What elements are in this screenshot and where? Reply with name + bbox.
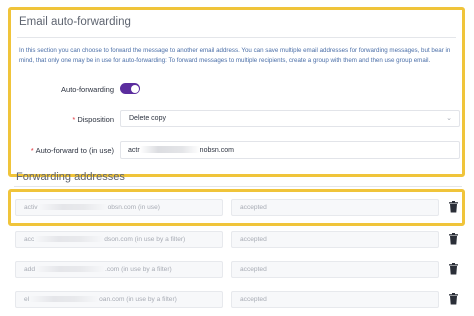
trash-icon[interactable] — [449, 293, 458, 305]
status-field: accepted — [231, 231, 439, 248]
status-field: accepted — [231, 261, 439, 278]
status-value: accepted — [240, 296, 267, 303]
address-value: add .com (in use by a filter) — [24, 266, 172, 273]
redaction-blur — [37, 204, 108, 210]
auto-forwarding-label: Auto-forwarding — [61, 85, 114, 94]
forwarding-address-row: add .com (in use by a filter) accepted — [0, 261, 474, 281]
status-field: accepted — [231, 291, 439, 308]
address-value: activ obsn.com (in use) — [24, 204, 160, 211]
forwarding-addresses-title: Forwarding addresses — [16, 171, 125, 183]
trash-icon[interactable] — [449, 201, 458, 213]
redaction-blur — [34, 236, 105, 242]
address-prefix: activ — [24, 204, 38, 211]
toggle-knob — [130, 84, 139, 93]
status-field: accepted — [231, 199, 439, 216]
forward-to-label-text: Auto-forward to (in use) — [35, 146, 114, 155]
redaction-blur — [139, 146, 200, 153]
section-divider — [17, 37, 456, 38]
forwarding-address-row: acc dson.com (in use by a filter) accepte… — [0, 231, 474, 251]
address-field[interactable]: add .com (in use by a filter) — [15, 261, 223, 278]
address-field[interactable]: el oan.com (in use by a filter) — [15, 291, 223, 308]
trash-icon[interactable] — [449, 233, 458, 245]
address-prefix: acc — [24, 236, 35, 243]
address-value: el oan.com (in use by a filter) — [24, 296, 177, 303]
forward-to-value: actr nobsn.com — [128, 146, 234, 154]
redaction-blur — [29, 296, 100, 302]
disposition-value: Delete copy — [129, 114, 166, 122]
address-suffix: obsn.com (in use) — [107, 204, 160, 211]
address-suffix: .com (in use by a filter) — [105, 266, 172, 273]
section-description: In this section you can choose to forwar… — [19, 47, 451, 64]
forwarding-address-row: el oan.com (in use by a filter) accepted — [0, 291, 474, 311]
disposition-label-text: Disposition — [77, 115, 114, 124]
forwarding-address-row: activ obsn.com (in use) accepted — [0, 199, 474, 219]
address-value: acc dson.com (in use by a filter) — [24, 236, 185, 243]
forward-to-label: * Auto-forward to (in use) — [15, 146, 114, 155]
disposition-label: * Disposition — [41, 115, 114, 124]
required-marker: * — [30, 146, 34, 155]
status-value: accepted — [240, 266, 267, 273]
forward-to-prefix: actr — [128, 147, 140, 154]
auto-forwarding-toggle[interactable] — [120, 83, 140, 94]
status-value: accepted — [240, 236, 267, 243]
address-suffix: dson.com (in use by a filter) — [104, 236, 186, 243]
email-auto-forwarding-section: Email auto-forwarding In this section yo… — [8, 7, 465, 177]
disposition-select[interactable]: Delete copy ⌄ — [120, 110, 460, 127]
redaction-blur — [35, 266, 106, 272]
address-field[interactable]: activ obsn.com (in use) — [15, 199, 223, 216]
address-suffix: oan.com (in use by a filter) — [99, 296, 177, 303]
chevron-down-icon: ⌄ — [446, 115, 452, 122]
forward-to-input[interactable]: actr nobsn.com — [120, 141, 460, 159]
address-prefix: add — [24, 266, 36, 273]
address-field[interactable]: acc dson.com (in use by a filter) — [15, 231, 223, 248]
section-title: Email auto-forwarding — [19, 16, 131, 28]
section-divider — [14, 186, 462, 187]
forward-to-suffix: nobsn.com — [199, 147, 234, 154]
trash-icon[interactable] — [449, 263, 458, 275]
required-marker: * — [72, 115, 76, 124]
status-value: accepted — [240, 204, 267, 211]
